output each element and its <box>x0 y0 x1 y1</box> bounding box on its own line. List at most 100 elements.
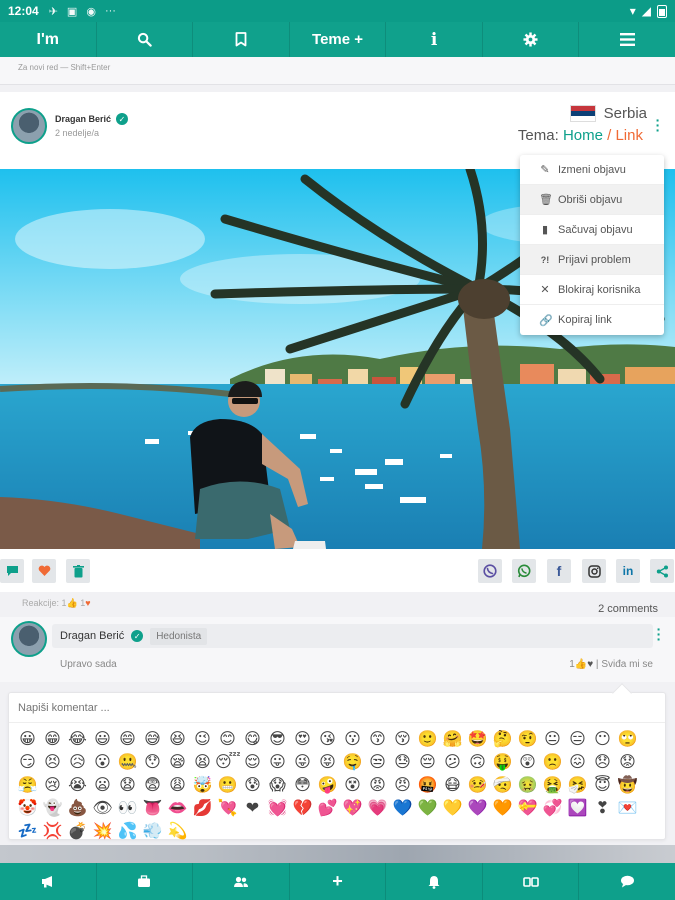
emoji-item[interactable]: 😖 <box>565 752 590 774</box>
jobs-button[interactable] <box>97 863 194 900</box>
search-button[interactable] <box>96 22 194 57</box>
emoji-item[interactable]: 😍 <box>290 729 315 751</box>
settings-button[interactable] <box>482 22 580 57</box>
emoji-item[interactable]: 😒 <box>365 752 390 774</box>
emoji-item[interactable]: 😢 <box>40 775 65 797</box>
emoji-item[interactable]: 💛 <box>440 798 465 820</box>
emoji-item[interactable]: 💕 <box>315 798 340 820</box>
emoji-item[interactable]: 😡 <box>365 775 390 797</box>
add-button[interactable]: + <box>290 863 387 900</box>
emoji-item[interactable]: 😘 <box>315 729 340 751</box>
emoji-item[interactable]: 😞 <box>590 752 615 774</box>
comments-count[interactable]: 2 comments <box>598 603 658 615</box>
author-name[interactable]: Dragan Berić <box>55 114 111 124</box>
emoji-item[interactable]: 🙄 <box>615 729 640 751</box>
emoji-item[interactable]: 🤢 <box>515 775 540 797</box>
emoji-item[interactable]: ❣ <box>590 798 615 820</box>
heart-button[interactable] <box>32 559 56 583</box>
emoji-item[interactable]: 🤔 <box>490 729 515 751</box>
chat-button[interactable] <box>579 863 675 900</box>
logo-button[interactable]: I'm <box>0 22 97 57</box>
viber-button[interactable] <box>478 559 502 583</box>
emoji-item[interactable]: 😆 <box>165 729 190 751</box>
emoji-item[interactable]: 🤐 <box>115 752 140 774</box>
notifications-button[interactable] <box>386 863 483 900</box>
emoji-item[interactable]: 🤕 <box>490 775 515 797</box>
emoji-item[interactable]: 👁 <box>90 798 115 820</box>
emoji-item[interactable]: 😦 <box>90 775 115 797</box>
emoji-item[interactable]: 💦 <box>115 821 140 843</box>
emoji-item[interactable]: 😳 <box>290 775 315 797</box>
emoji-item[interactable]: 😵 <box>340 775 365 797</box>
share-button[interactable] <box>650 559 674 583</box>
emoji-item[interactable]: 💞 <box>540 798 565 820</box>
emoji-item[interactable]: 💌 <box>615 798 640 820</box>
emoji-item[interactable]: 😭 <box>65 775 90 797</box>
emoji-item[interactable]: 💙 <box>390 798 415 820</box>
emoji-item[interactable]: 🤒 <box>465 775 490 797</box>
emoji-item[interactable]: 👻 <box>40 798 65 820</box>
emoji-item[interactable]: 😤 <box>15 775 40 797</box>
emoji-item[interactable]: 🙂 <box>415 729 440 751</box>
whatsapp-button[interactable] <box>512 559 536 583</box>
cards-button[interactable] <box>483 863 580 900</box>
emoji-item[interactable]: 💝 <box>515 798 540 820</box>
emoji-item[interactable]: 😶 <box>590 729 615 751</box>
facebook-button[interactable]: f <box>547 559 571 583</box>
emoji-item[interactable]: 😏 <box>15 752 40 774</box>
emoji-item[interactable]: 🤬 <box>415 775 440 797</box>
emoji-item[interactable]: 😉 <box>190 729 215 751</box>
emoji-item[interactable]: 🧡 <box>490 798 515 820</box>
emoji-item[interactable]: 💨 <box>140 821 165 843</box>
emoji-item[interactable]: 🤨 <box>515 729 540 751</box>
announcements-button[interactable] <box>0 863 97 900</box>
emoji-item[interactable]: 🤤 <box>340 752 365 774</box>
tema-link-link[interactable]: Link <box>615 127 643 144</box>
menu-item-copy-link[interactable]: 🔗 Kopiraj link <box>520 305 664 335</box>
emoji-item[interactable]: 😐 <box>540 729 565 751</box>
emoji-item[interactable]: 😎 <box>265 729 290 751</box>
emoji-item[interactable]: 😂 <box>65 729 90 751</box>
info-button[interactable]: i <box>386 22 483 57</box>
emoji-item[interactable]: 💋 <box>190 798 215 820</box>
emoji-item[interactable]: 🤪 <box>315 775 340 797</box>
emoji-item[interactable]: 👅 <box>140 798 165 820</box>
avatar[interactable] <box>11 621 47 657</box>
comment-options-icon[interactable]: · · · <box>655 622 663 646</box>
emoji-item[interactable]: 💤 <box>15 821 40 843</box>
emoji-item[interactable]: 😝 <box>315 752 340 774</box>
emoji-item[interactable]: 😁 <box>40 729 65 751</box>
emoji-item[interactable]: 💜 <box>465 798 490 820</box>
linkedin-button[interactable]: in <box>616 559 640 583</box>
emoji-item[interactable]: 😲 <box>515 752 540 774</box>
emoji-item[interactable]: 😕 <box>440 752 465 774</box>
comment-button[interactable] <box>0 559 24 583</box>
emoji-item[interactable]: 😪 <box>165 752 190 774</box>
emoji-item[interactable]: 😅 <box>140 729 165 751</box>
emoji-item[interactable]: 😣 <box>40 752 65 774</box>
tema-home-link[interactable]: Home <box>563 127 603 144</box>
emoji-item[interactable]: 💔 <box>290 798 315 820</box>
emoji-item[interactable]: 😓 <box>390 752 415 774</box>
emoji-item[interactable]: 😧 <box>115 775 140 797</box>
emoji-item[interactable]: 😯 <box>140 752 165 774</box>
emoji-item[interactable]: 😩 <box>165 775 190 797</box>
emoji-item[interactable]: 😌 <box>240 752 265 774</box>
emoji-item[interactable]: 😄 <box>115 729 140 751</box>
emoji-item[interactable]: 😜 <box>290 752 315 774</box>
emoji-item[interactable]: 🤩 <box>465 729 490 751</box>
emoji-item[interactable]: 😚 <box>390 729 415 751</box>
menu-item-report[interactable]: ?! Prijavi problem <box>520 245 664 275</box>
emoji-item[interactable]: 👄 <box>165 798 190 820</box>
emoji-item[interactable]: 🙃 <box>465 752 490 774</box>
menu-item-save[interactable]: ▮ Sačuvaj objavu <box>520 215 664 245</box>
emoji-item[interactable]: 🤯 <box>190 775 215 797</box>
emoji-item[interactable]: 💗 <box>365 798 390 820</box>
emoji-item[interactable]: 😀 <box>15 729 40 751</box>
emoji-item[interactable]: 😬 <box>215 775 240 797</box>
comment-like-button[interactable]: Sviđa mi se <box>601 659 653 670</box>
emoji-item[interactable]: 😊 <box>215 729 240 751</box>
emoji-item[interactable]: 💢 <box>40 821 65 843</box>
emoji-item[interactable]: 🤧 <box>565 775 590 797</box>
emoji-item[interactable]: 💣 <box>65 821 90 843</box>
